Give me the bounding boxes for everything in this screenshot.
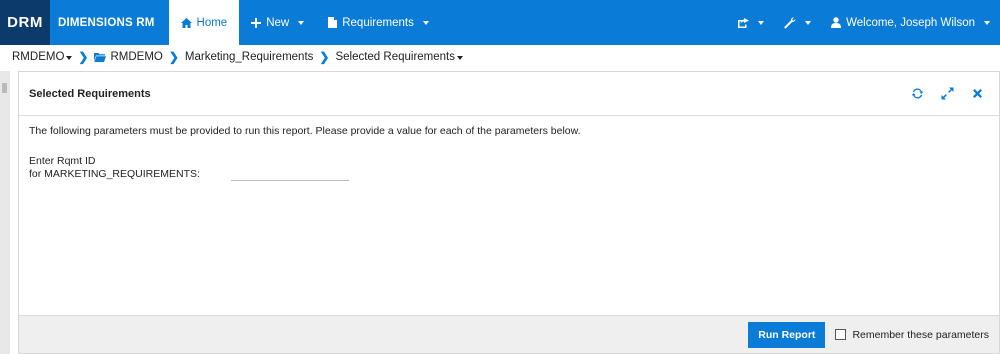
nav-new-label: New [266, 16, 290, 29]
expand-icon[interactable] [939, 86, 955, 102]
welcome-label: Welcome, Joseph Wilson [846, 16, 975, 29]
close-icon[interactable] [969, 86, 985, 102]
nav-user-menu[interactable]: Welcome, Joseph Wilson [821, 0, 1000, 45]
nav-home-label: Home [196, 16, 228, 29]
panel-body: The following parameters must be provide… [19, 116, 999, 190]
chevron-right-icon: ❯ [319, 50, 330, 64]
nav-requirements-label: Requirements [342, 16, 414, 29]
nav-share-menu[interactable] [727, 0, 774, 45]
parameter-label: Enter Rqmt ID for MARKETING_REQUIREMENTS… [29, 155, 219, 181]
chevron-down-icon [984, 20, 990, 25]
chevron-right-icon: ❯ [168, 50, 179, 64]
folder-icon [94, 52, 107, 62]
sidebar-collapse-gutter[interactable] [0, 71, 10, 354]
intro-text: The following parameters must be provide… [29, 125, 581, 137]
brand[interactable]: DRM DIMENSIONS RM [0, 0, 169, 45]
drag-handle[interactable] [2, 83, 7, 93]
share-icon [738, 18, 750, 28]
brand-name: DIMENSIONS RM [58, 16, 155, 29]
breadcrumb-report[interactable]: Selected Requirements [335, 51, 463, 63]
refresh-icon[interactable] [909, 86, 925, 102]
chevron-down-icon [457, 56, 463, 60]
chevron-down-icon [805, 20, 812, 25]
chevron-down-icon [66, 56, 73, 60]
nav-tools-menu[interactable] [774, 0, 821, 45]
report-panel: Selected Requirements The following para… [18, 71, 1000, 354]
wrench-icon [784, 16, 796, 28]
breadcrumb-class[interactable]: Marketing_Requirements [185, 51, 313, 63]
breadcrumb-project[interactable]: RMDEMO [12, 51, 73, 63]
chevron-right-icon: ❯ [78, 50, 89, 64]
plus-icon [251, 17, 262, 28]
nav-requirements[interactable]: Requirements [316, 0, 441, 45]
parameter-row: Enter Rqmt ID for MARKETING_REQUIREMENTS… [29, 155, 989, 181]
run-report-button[interactable]: Run Report [748, 321, 826, 348]
parameter-label-line1: Enter Rqmt ID [29, 155, 96, 167]
parameter-label-line2: for MARKETING_REQUIREMENTS: [29, 168, 200, 180]
home-icon [180, 17, 192, 28]
chevron-down-icon [298, 20, 305, 25]
nav-new[interactable]: New [239, 0, 316, 45]
remember-label: Remember these parameters [852, 328, 989, 341]
panel-header: Selected Requirements [19, 72, 999, 116]
chevron-down-icon [758, 20, 765, 25]
document-icon [328, 17, 338, 28]
drm-logo: DRM [0, 0, 50, 45]
breadcrumb-folder[interactable]: RMDEMO [94, 51, 163, 63]
remember-checkbox[interactable] [835, 329, 847, 340]
chevron-down-icon [422, 20, 429, 25]
top-navbar: DRM DIMENSIONS RM Home New Requirements … [0, 0, 1000, 45]
user-icon [831, 17, 842, 28]
remember-parameters[interactable]: Remember these parameters [835, 329, 989, 341]
nav-home[interactable]: Home [168, 0, 240, 45]
panel-title: Selected Requirements [29, 87, 151, 100]
panel-footer: Run Report Remember these parameters [19, 315, 999, 353]
breadcrumb: RMDEMO ❯ RMDEMO ❯ Marketing_Requirements… [0, 45, 1000, 69]
rqmt-id-input[interactable] [231, 167, 349, 181]
